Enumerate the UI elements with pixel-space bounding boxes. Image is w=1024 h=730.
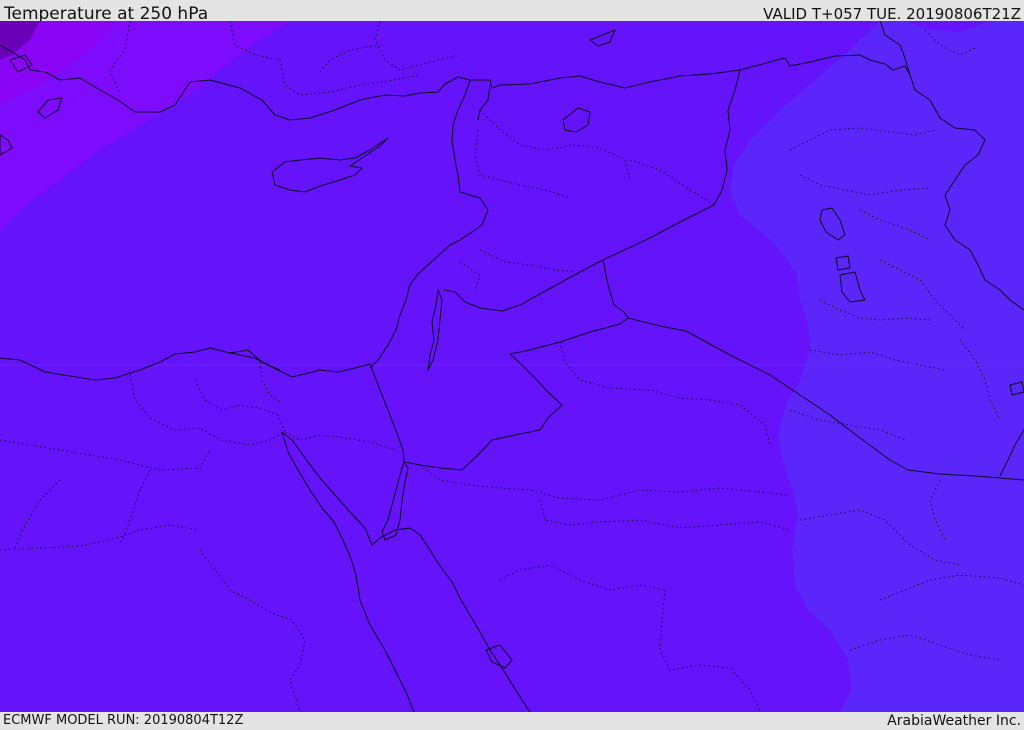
- provider-credit: ArabiaWeather Inc.: [887, 713, 1021, 729]
- temperature-map: [0, 21, 1024, 712]
- footer-bar: ECMWF MODEL RUN: 20190804T12Z ArabiaWeat…: [0, 712, 1024, 729]
- model-run-label: ECMWF MODEL RUN: 20190804T12Z: [3, 713, 244, 728]
- header-bar: Temperature at 250 hPa VALID T+057 TUE. …: [0, 0, 1024, 24]
